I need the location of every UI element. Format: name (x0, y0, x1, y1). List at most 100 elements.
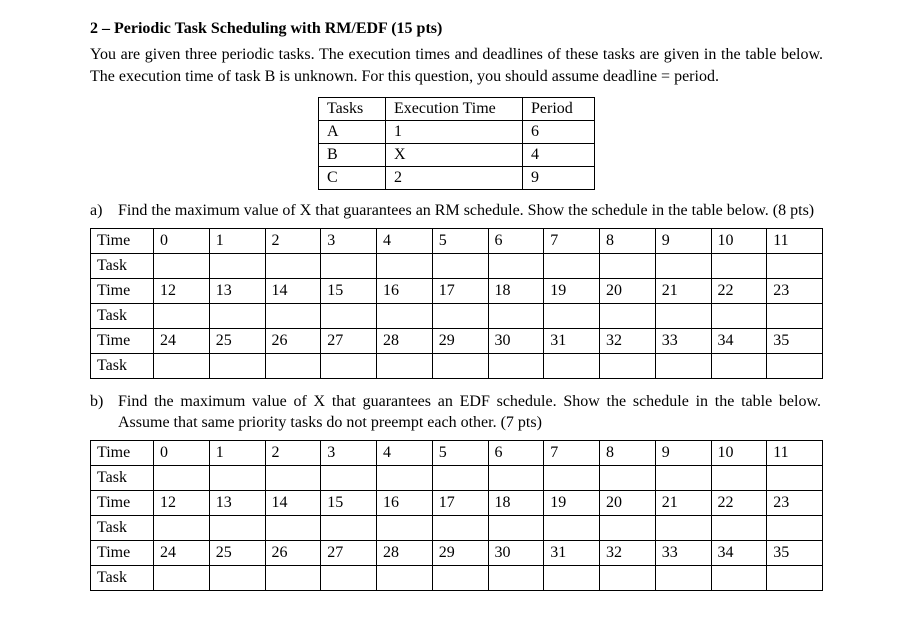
sched-cell: 18 (488, 278, 544, 303)
task-parameters-table: Tasks Execution Time Period A 1 6 B X 4 … (318, 97, 595, 190)
sched-cell (488, 303, 544, 328)
sched-cell (655, 565, 711, 590)
sched-cell (265, 303, 321, 328)
part-b: b) Find the maximum value of X that guar… (90, 391, 823, 434)
schedule-table-b: Time 0 1 2 3 4 5 6 7 8 9 10 11 Task Time… (90, 440, 823, 591)
sched-cell: 7 (544, 228, 600, 253)
sched-cell: 26 (265, 540, 321, 565)
sched-cell: 29 (432, 328, 488, 353)
sched-cell: 2 (265, 440, 321, 465)
sched-cell (767, 253, 823, 278)
sched-cell: 14 (265, 278, 321, 303)
sched-row-label: Task (91, 353, 154, 378)
task-name: C (319, 167, 386, 190)
sched-cell: 12 (154, 278, 210, 303)
sched-cell: 19 (544, 490, 600, 515)
sched-cell: 21 (655, 278, 711, 303)
sched-cell: 11 (767, 228, 823, 253)
sched-cell: 33 (655, 328, 711, 353)
sched-row-label: Time (91, 440, 154, 465)
sched-row-label: Task (91, 515, 154, 540)
sched-cell (544, 353, 600, 378)
sched-cell: 25 (209, 540, 265, 565)
sched-cell (209, 515, 265, 540)
sched-cell (154, 303, 210, 328)
sched-cell: 22 (711, 278, 767, 303)
task-table-header-exec: Execution Time (386, 98, 523, 121)
sched-cell: 5 (432, 440, 488, 465)
task-table-header-tasks: Tasks (319, 98, 386, 121)
sched-cell (488, 465, 544, 490)
sched-cell: 4 (377, 228, 433, 253)
sched-cell: 17 (432, 490, 488, 515)
sched-cell: 18 (488, 490, 544, 515)
sched-cell: 0 (154, 228, 210, 253)
sched-cell: 15 (321, 278, 377, 303)
sched-cell (600, 515, 656, 540)
sched-cell: 35 (767, 540, 823, 565)
sched-cell (600, 565, 656, 590)
sched-cell: 27 (321, 328, 377, 353)
sched-cell: 24 (154, 328, 210, 353)
sched-cell (432, 353, 488, 378)
sched-cell: 30 (488, 328, 544, 353)
sched-cell: 7 (544, 440, 600, 465)
sched-cell (600, 353, 656, 378)
sched-cell (377, 565, 433, 590)
task-exec: X (386, 144, 523, 167)
sched-cell: 14 (265, 490, 321, 515)
sched-cell: 25 (209, 328, 265, 353)
sched-cell (265, 565, 321, 590)
sched-cell: 1 (209, 440, 265, 465)
sched-cell (767, 515, 823, 540)
sched-cell: 27 (321, 540, 377, 565)
part-b-label: b) (90, 391, 114, 413)
sched-cell: 20 (600, 490, 656, 515)
sched-row-label: Task (91, 253, 154, 278)
sched-cell (711, 565, 767, 590)
sched-cell (767, 465, 823, 490)
sched-cell (265, 515, 321, 540)
sched-cell: 29 (432, 540, 488, 565)
sched-cell (154, 515, 210, 540)
task-period: 4 (523, 144, 595, 167)
question-intro: You are given three periodic tasks. The … (90, 44, 823, 87)
sched-cell: 28 (377, 328, 433, 353)
sched-cell (209, 565, 265, 590)
sched-cell (265, 353, 321, 378)
sched-cell (544, 253, 600, 278)
sched-cell: 11 (767, 440, 823, 465)
task-name: B (319, 144, 386, 167)
sched-cell (655, 515, 711, 540)
sched-cell: 34 (711, 540, 767, 565)
sched-cell: 6 (488, 228, 544, 253)
sched-row-label: Task (91, 465, 154, 490)
part-b-text: Find the maximum value of X that guarant… (118, 391, 821, 434)
sched-cell: 31 (544, 540, 600, 565)
sched-cell: 16 (377, 278, 433, 303)
sched-cell (321, 303, 377, 328)
sched-cell: 0 (154, 440, 210, 465)
question-title: 2 – Periodic Task Scheduling with RM/EDF… (90, 20, 823, 38)
sched-cell (209, 465, 265, 490)
sched-cell: 34 (711, 328, 767, 353)
sched-cell: 3 (321, 440, 377, 465)
sched-cell (711, 253, 767, 278)
task-period: 9 (523, 167, 595, 190)
sched-cell: 20 (600, 278, 656, 303)
sched-cell (767, 303, 823, 328)
sched-row-label: Task (91, 565, 154, 590)
sched-cell (655, 465, 711, 490)
task-exec: 1 (386, 121, 523, 144)
sched-cell: 30 (488, 540, 544, 565)
sched-cell (154, 253, 210, 278)
sched-cell: 2 (265, 228, 321, 253)
task-row: B X 4 (319, 144, 595, 167)
sched-cell: 9 (655, 228, 711, 253)
sched-cell: 17 (432, 278, 488, 303)
sched-cell: 21 (655, 490, 711, 515)
task-row: C 2 9 (319, 167, 595, 190)
sched-cell: 15 (321, 490, 377, 515)
sched-cell (377, 253, 433, 278)
sched-cell: 31 (544, 328, 600, 353)
